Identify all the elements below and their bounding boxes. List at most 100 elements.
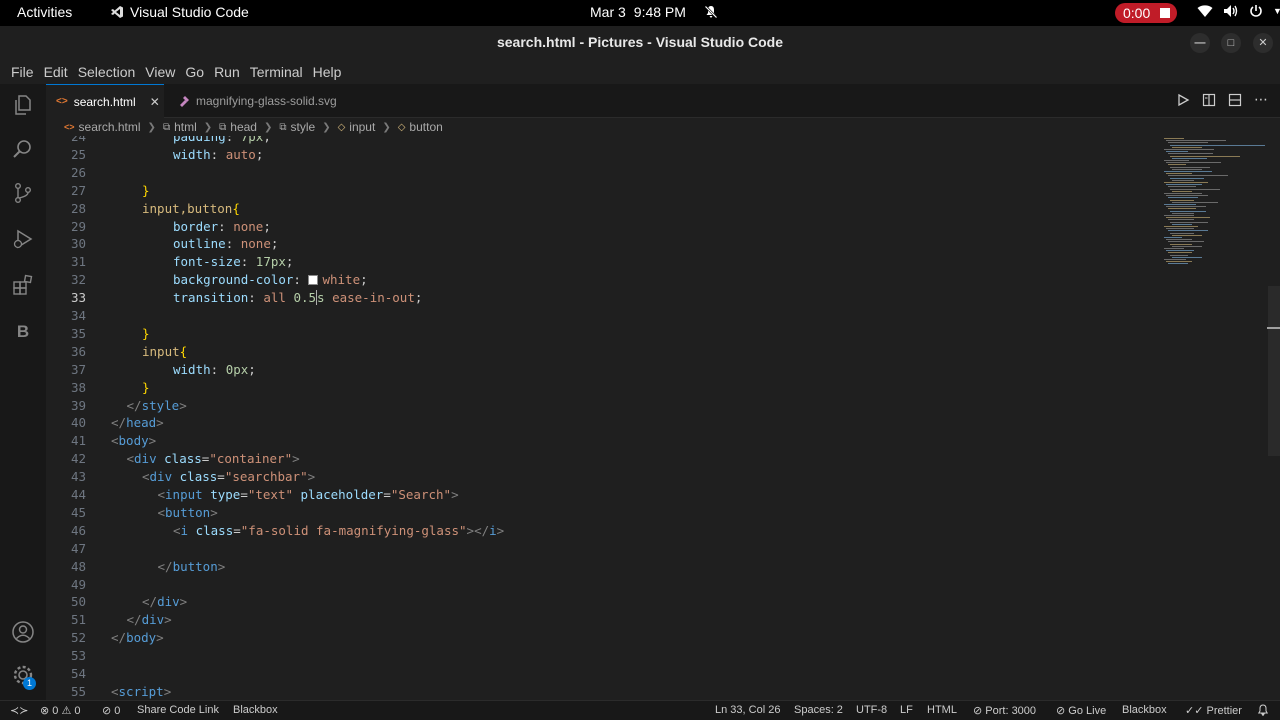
- blackbox-status[interactable]: Blackbox: [233, 704, 278, 716]
- code-line[interactable]: 41 <body>: [46, 432, 1156, 450]
- menu-selection[interactable]: Selection: [73, 60, 141, 84]
- code-line[interactable]: 49: [46, 576, 1156, 594]
- minimap-line: [1166, 162, 1221, 164]
- blackbox-icon[interactable]: B: [11, 320, 35, 344]
- code-line[interactable]: 34: [46, 307, 1156, 325]
- minimap-line: [1170, 243, 1192, 245]
- code-line[interactable]: 31 font-size: 17px;: [46, 253, 1156, 271]
- ports-indicator[interactable]: ⊘ 0: [102, 704, 120, 717]
- code-line[interactable]: 39 </style>: [46, 397, 1156, 415]
- extensions-icon[interactable]: [11, 274, 35, 298]
- code-line[interactable]: 55 <script>: [46, 683, 1156, 700]
- code-line[interactable]: 40 </head>: [46, 414, 1156, 432]
- menu-terminal[interactable]: Terminal: [245, 60, 308, 84]
- code-line[interactable]: 50 </div>: [46, 593, 1156, 611]
- code-line[interactable]: 35}: [46, 325, 1156, 343]
- encoding[interactable]: UTF-8: [856, 704, 887, 716]
- close-tab-icon[interactable]: ✕: [150, 95, 160, 109]
- code-line[interactable]: 24 padding: 7px;: [46, 136, 1156, 146]
- manage-gear-icon[interactable]: 1: [11, 664, 36, 690]
- minimize-button[interactable]: —: [1190, 33, 1210, 53]
- code-line[interactable]: 27}: [46, 182, 1156, 200]
- share-code-link[interactable]: Share Code Link: [137, 704, 219, 716]
- code-line[interactable]: 42 <div class="container">: [46, 450, 1156, 468]
- menu-help[interactable]: Help: [308, 60, 347, 84]
- code-line[interactable]: 45 <button>: [46, 504, 1156, 522]
- system-menu[interactable]: ▼: [1197, 4, 1280, 18]
- code-editor[interactable]: 24 padding: 7px; 25 width: auto; 26 27} 28 inpu…: [46, 136, 1280, 700]
- open-changes-icon[interactable]: [1202, 93, 1216, 107]
- code-line[interactable]: 25 width: auto;: [46, 146, 1156, 164]
- code-line[interactable]: 52 </body>: [46, 629, 1156, 647]
- blackbox-status-right[interactable]: Blackbox: [1122, 704, 1167, 716]
- code-line[interactable]: 54: [46, 665, 1156, 683]
- menu-run[interactable]: Run: [209, 60, 245, 84]
- code-line[interactable]: 43 <div class="searchbar">: [46, 468, 1156, 486]
- editor-tabs: <> search.html ✕ magnifying-glass-solid.…: [46, 84, 1280, 118]
- run-debug-icon[interactable]: [11, 228, 35, 252]
- code-line[interactable]: 51 </div>: [46, 611, 1156, 629]
- live-server-port[interactable]: ⊘ Port: 3000: [973, 704, 1036, 717]
- color-swatch[interactable]: [308, 275, 319, 286]
- go-live-label: Go Live: [1068, 705, 1107, 717]
- line-code: </style>: [126, 397, 187, 413]
- explorer-icon[interactable]: [11, 94, 35, 118]
- menu-view[interactable]: View: [140, 60, 180, 84]
- code-line[interactable]: 33 transition: all 0.5s ease-in-out;: [46, 289, 1156, 307]
- breadcrumb-html[interactable]: html: [174, 120, 197, 134]
- code-line[interactable]: 36 input{: [46, 343, 1156, 361]
- code-line[interactable]: 38}: [46, 379, 1156, 397]
- source-control-icon[interactable]: [11, 182, 35, 206]
- indentation[interactable]: Spaces: 2: [794, 704, 843, 716]
- breadcrumb-button[interactable]: button: [409, 120, 442, 134]
- more-actions-icon[interactable]: ⋯: [1254, 92, 1268, 107]
- code-line[interactable]: 47: [46, 540, 1156, 558]
- vertical-scrollbar[interactable]: [1268, 286, 1280, 456]
- screen-recording-indicator[interactable]: 0:00: [1115, 3, 1177, 23]
- code-line[interactable]: 28 input,button{: [46, 200, 1156, 218]
- menu-file[interactable]: File: [6, 60, 39, 84]
- breadcrumb: <> search.html ❯ ⧉ html ❯ ⧉ head ❯ ⧉ sty…: [46, 118, 1280, 136]
- tab-magnifying-glass-svg[interactable]: magnifying-glass-solid.svg: [168, 84, 368, 118]
- end-of-line[interactable]: LF: [900, 704, 913, 716]
- run-icon[interactable]: [1176, 93, 1190, 107]
- code-line[interactable]: 30 outline: none;: [46, 235, 1156, 253]
- account-icon[interactable]: [11, 620, 35, 644]
- code-line[interactable]: 37 width: 0px;: [46, 361, 1156, 379]
- code-line[interactable]: 26: [46, 164, 1156, 182]
- split-editor-icon[interactable]: [1228, 93, 1242, 107]
- cursor-position[interactable]: Ln 33, Col 26: [715, 704, 780, 716]
- prettier-label: Prettier: [1206, 705, 1242, 717]
- go-live-button[interactable]: ⊘ Go Live: [1056, 704, 1106, 717]
- code-line[interactable]: 32 background-color: white;: [46, 271, 1156, 289]
- maximize-button[interactable]: □: [1221, 33, 1241, 53]
- problems-indicator[interactable]: ⊗ 0 ⚠ 0: [40, 704, 81, 717]
- clock[interactable]: Mar 3 9:48 PM: [590, 4, 718, 20]
- breadcrumb-file[interactable]: search.html: [79, 120, 141, 134]
- code-line[interactable]: 53: [46, 647, 1156, 665]
- tab-search-html[interactable]: <> search.html ✕: [46, 84, 164, 118]
- close-window-button[interactable]: ✕: [1253, 33, 1273, 53]
- menu-go[interactable]: Go: [180, 60, 209, 84]
- notifications-bell-icon[interactable]: [1257, 704, 1269, 719]
- code-line[interactable]: 48 </button>: [46, 558, 1156, 576]
- minimap[interactable]: [1160, 136, 1265, 276]
- breadcrumb-head[interactable]: head: [230, 120, 257, 134]
- line-code: </button>: [157, 558, 226, 574]
- line-number: 46: [70, 522, 86, 538]
- activities-button[interactable]: Activities: [17, 4, 72, 20]
- code-line[interactable]: 46 <i class="fa-solid fa-magnifying-glass…: [46, 522, 1156, 540]
- breadcrumb-input[interactable]: input: [349, 120, 375, 134]
- code-line[interactable]: 44 <input type="text" placeholder="Search…: [46, 486, 1156, 504]
- chevron-right-icon: ❯: [263, 121, 273, 133]
- line-code: border: none;: [173, 218, 271, 234]
- menu-edit[interactable]: Edit: [39, 60, 73, 84]
- code-line[interactable]: 29 border: none;: [46, 218, 1156, 236]
- app-menu[interactable]: Visual Studio Code: [110, 4, 249, 20]
- language-mode[interactable]: HTML: [927, 704, 957, 716]
- remote-icon[interactable]: ≺≻: [10, 704, 28, 717]
- line-number: 43: [70, 469, 86, 485]
- prettier-status[interactable]: ✓✓ Prettier: [1185, 704, 1242, 717]
- search-icon[interactable]: [11, 138, 35, 162]
- breadcrumb-style[interactable]: style: [291, 120, 316, 134]
